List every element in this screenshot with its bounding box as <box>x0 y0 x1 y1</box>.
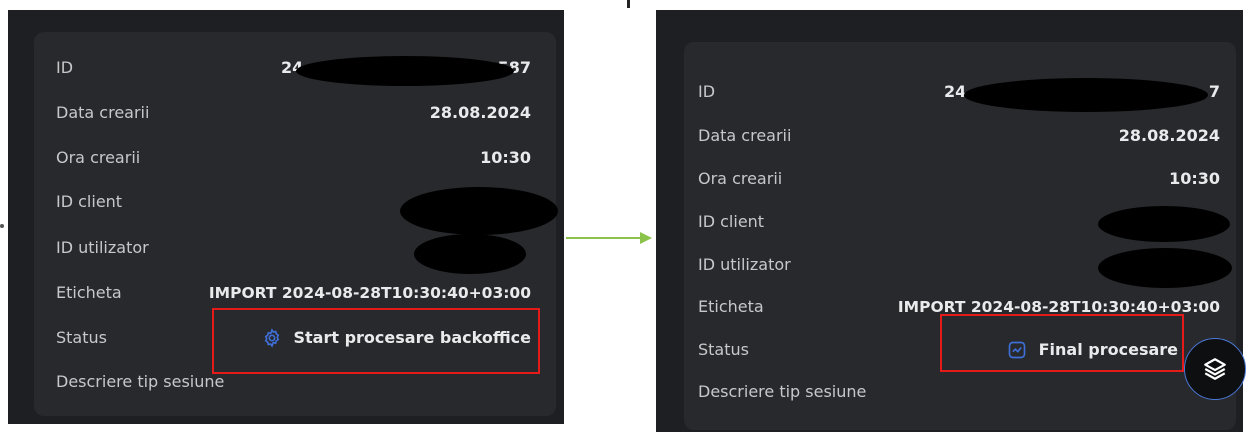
id-label: ID <box>56 58 74 77</box>
user-label: ID utilizator <box>56 238 149 257</box>
time-label: Ora crearii <box>698 169 783 188</box>
highlight-box <box>940 314 1184 372</box>
user-label: ID utilizator <box>698 255 791 274</box>
status-label: Status <box>698 340 749 359</box>
redaction-mark <box>414 234 526 274</box>
tag-label: Eticheta <box>56 283 122 302</box>
date-value: 28.08.2024 <box>1118 126 1220 145</box>
layers-fab-button[interactable] <box>1184 338 1246 400</box>
description-label: Descriere tip sesiune <box>56 372 225 391</box>
transition-arrow <box>566 230 652 249</box>
edge-marker <box>0 224 4 228</box>
top-divider-mark <box>627 0 630 8</box>
client-label: ID client <box>698 212 765 231</box>
time-value: 10:30 <box>480 148 531 167</box>
id-value-end: 7 <box>1208 82 1220 101</box>
redaction-mark <box>296 56 514 86</box>
highlight-box <box>212 308 540 374</box>
redaction-mark <box>1098 206 1230 242</box>
layers-icon <box>1202 356 1228 382</box>
session-details-card-after: ID 24 7 Data crearii 28.08.2024 Ora crea… <box>684 42 1236 430</box>
redaction-mark <box>964 78 1208 112</box>
id-value-start: 24 <box>944 82 967 101</box>
date-label: Data crearii <box>56 103 150 122</box>
client-label: ID client <box>56 192 123 211</box>
id-label: ID <box>698 82 716 101</box>
tag-value: IMPORT 2024-08-28T10:30:40+03:00 <box>208 284 531 302</box>
date-label: Data crearii <box>698 126 792 145</box>
redaction-mark <box>400 187 558 235</box>
after-panel: ID 24 7 Data crearii 28.08.2024 Ora crea… <box>656 10 1243 432</box>
redaction-mark <box>1098 248 1232 288</box>
tag-label: Eticheta <box>698 297 764 316</box>
date-value: 28.08.2024 <box>429 103 531 122</box>
description-label: Descriere tip sesiune <box>698 382 867 401</box>
session-details-card-before: ID 24 587 Data crearii 28.08.2024 Ora cr… <box>34 32 558 416</box>
status-label: Status <box>56 328 107 347</box>
before-panel: ID 24 587 Data crearii 28.08.2024 Ora cr… <box>8 10 564 424</box>
time-value: 10:30 <box>1169 169 1220 188</box>
time-label: Ora crearii <box>56 148 141 167</box>
